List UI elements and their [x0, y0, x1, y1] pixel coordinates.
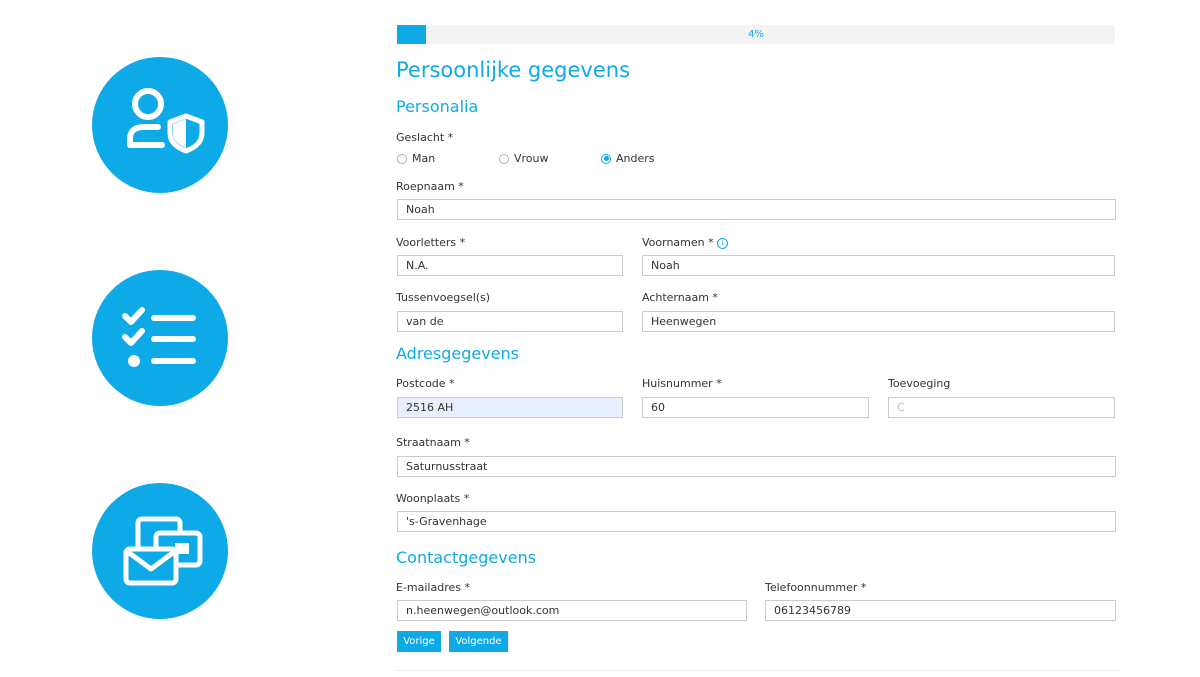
gender-option-anders[interactable]: Anders [601, 152, 655, 165]
huisnummer-input[interactable]: 60 [642, 397, 869, 418]
progress-label: 4% [748, 29, 764, 40]
telefoon-label: Telefoonnummer * [765, 581, 867, 594]
envelope-cards-icon [123, 516, 203, 586]
postcode-input[interactable]: 2516 AH [397, 397, 623, 418]
voorletters-input[interactable]: N.A. [397, 255, 623, 276]
radio-man-label: Man [412, 152, 436, 165]
progress-bar: 4% [397, 25, 1115, 44]
info-icon[interactable]: i [717, 238, 728, 249]
radio-vrouw[interactable] [499, 153, 509, 164]
achternaam-input[interactable]: Heenwegen [642, 311, 1115, 332]
user-shield-icon [127, 88, 205, 154]
gender-option-man[interactable]: Man [397, 152, 435, 165]
roepnaam-label: Roepnaam * [396, 180, 464, 193]
user-shield-circle [92, 57, 228, 193]
woonplaats-input[interactable]: 's-Gravenhage [397, 511, 1116, 532]
envelope-circle [92, 483, 228, 619]
postcode-label: Postcode * [396, 377, 455, 390]
radio-anders-label: Anders [616, 152, 655, 165]
section-heading-personalia: Personalia [396, 97, 479, 116]
divider [396, 670, 1120, 671]
section-heading-contact: Contactgegevens [396, 548, 537, 567]
toevoeging-input[interactable]: C [888, 397, 1115, 418]
checklist-icon [122, 307, 196, 367]
roepnaam-input[interactable]: Noah [397, 199, 1116, 220]
voorletters-label: Voorletters * [396, 236, 466, 249]
achternaam-label: Achternaam * [642, 291, 718, 304]
woonplaats-label: Woonplaats * [396, 492, 470, 505]
telefoon-input[interactable]: 06123456789 [765, 600, 1116, 621]
straatnaam-label: Straatnaam * [396, 436, 470, 449]
radio-vrouw-label: Vrouw [514, 152, 549, 165]
next-button[interactable]: Volgende [449, 631, 508, 652]
voornamen-input[interactable]: Noah [642, 255, 1115, 276]
gender-label: Geslacht * [396, 131, 454, 144]
gender-option-vrouw[interactable]: Vrouw [499, 152, 549, 165]
huisnummer-label: Huisnummer * [642, 377, 722, 390]
prev-button[interactable]: Vorige [397, 631, 441, 652]
checklist-circle [92, 270, 228, 406]
toevoeging-label: Toevoeging [888, 377, 951, 390]
section-heading-adres: Adresgegevens [396, 344, 520, 363]
straatnaam-input[interactable]: Saturnusstraat [397, 456, 1116, 477]
tussenvoegsel-input[interactable]: van de [397, 311, 623, 332]
radio-man[interactable] [397, 153, 407, 164]
voornamen-label: Voornamen * [642, 236, 714, 249]
radio-anders[interactable] [601, 153, 611, 164]
page-title: Persoonlijke gegevens [396, 58, 631, 82]
email-input[interactable]: n.heenwegen@outlook.com [397, 600, 747, 621]
email-label: E-mailadres * [396, 581, 470, 594]
tussenvoegsel-label: Tussenvoegsel(s) [396, 291, 491, 304]
